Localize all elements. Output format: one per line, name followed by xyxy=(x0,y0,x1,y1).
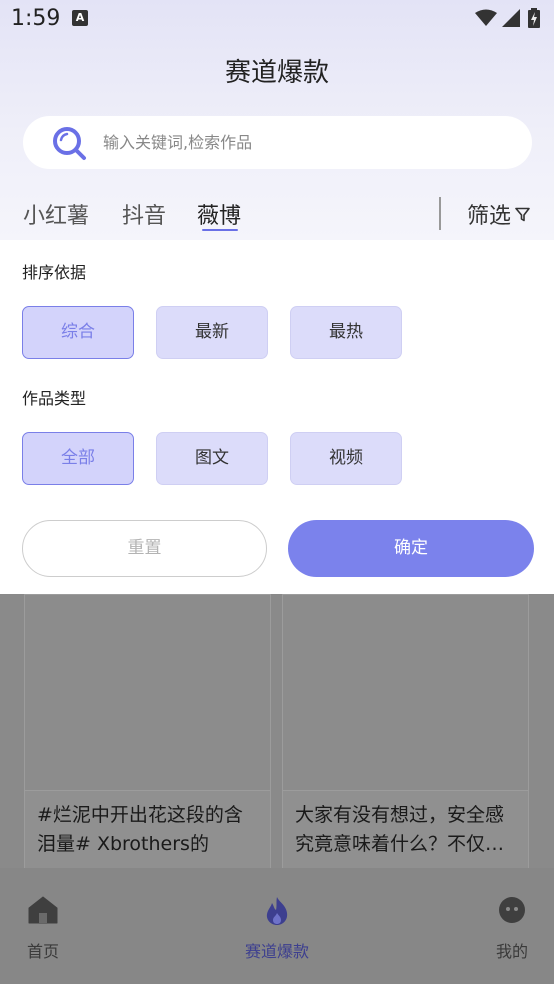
platform-tabs: 小红薯 抖音 薇博 筛选 xyxy=(0,194,554,240)
nav-label-trending: 赛道爆款 xyxy=(244,942,309,961)
type-section-title: 作品类型 xyxy=(22,389,87,408)
card-text: 大家有没有想过，安全感究竟意味着什么？不仅… xyxy=(295,804,505,855)
status-bar: 1:59 A xyxy=(0,0,554,38)
reset-button[interactable]: 重置 xyxy=(22,520,267,577)
status-time: 1:59 xyxy=(11,6,61,31)
tab-xiaohongshu[interactable]: 小红薯 xyxy=(23,198,89,230)
card-image xyxy=(283,595,528,791)
wifi-icon xyxy=(475,9,497,26)
type-option-all[interactable]: 全部 xyxy=(22,432,134,485)
nav-label-home: 首页 xyxy=(26,942,59,961)
card-image xyxy=(25,595,270,791)
type-option-video[interactable]: 视频 xyxy=(290,432,402,485)
confirm-button[interactable]: 确定 xyxy=(288,520,534,577)
content-card[interactable]: 大家有没有想过，安全感究竟意味着什么？不仅… xyxy=(282,594,529,869)
sort-option-hottest[interactable]: 最热 xyxy=(290,306,402,359)
nav-label-profile: 我的 xyxy=(495,942,528,961)
sort-section-title: 排序依据 xyxy=(22,263,87,282)
tab-divider xyxy=(439,197,441,230)
nav-item-home[interactable]: 首页 xyxy=(0,868,108,984)
nav-item-trending[interactable]: 赛道爆款 xyxy=(212,868,342,984)
bottom-nav: 首页 赛道爆款 我的 xyxy=(0,868,554,984)
filter-button[interactable]: 筛选 xyxy=(467,198,511,230)
tab-weibo[interactable]: 薇博 xyxy=(197,198,241,230)
home-icon xyxy=(28,896,58,924)
page-title: 赛道爆款 xyxy=(224,58,329,88)
filter-panel: 排序依据 综合 最新 最热 作品类型 全部 图文 视频 重置 确定 xyxy=(0,240,554,594)
type-option-image-text[interactable]: 图文 xyxy=(156,432,268,485)
content-card[interactable]: #烂泥中开出花这段的含泪量# Xbrothers的《烂… xyxy=(24,594,271,869)
card-text: #烂泥中开出花这段的含泪量# Xbrothers的《烂… xyxy=(37,804,243,855)
search-input[interactable] xyxy=(103,116,503,169)
sort-option-comprehensive[interactable]: 综合 xyxy=(22,306,134,359)
profile-icon xyxy=(499,897,525,923)
signal-icon xyxy=(502,9,520,27)
fire-icon xyxy=(266,897,288,925)
search-icon xyxy=(53,127,86,160)
search-box[interactable] xyxy=(23,116,532,169)
active-tab-indicator xyxy=(202,229,238,231)
nav-item-profile[interactable]: 我的 xyxy=(447,868,554,984)
sort-option-latest[interactable]: 最新 xyxy=(156,306,268,359)
filter-icon[interactable] xyxy=(515,207,530,222)
notification-icon: A xyxy=(72,10,88,26)
tab-douyin[interactable]: 抖音 xyxy=(122,198,166,230)
battery-icon xyxy=(528,8,540,28)
